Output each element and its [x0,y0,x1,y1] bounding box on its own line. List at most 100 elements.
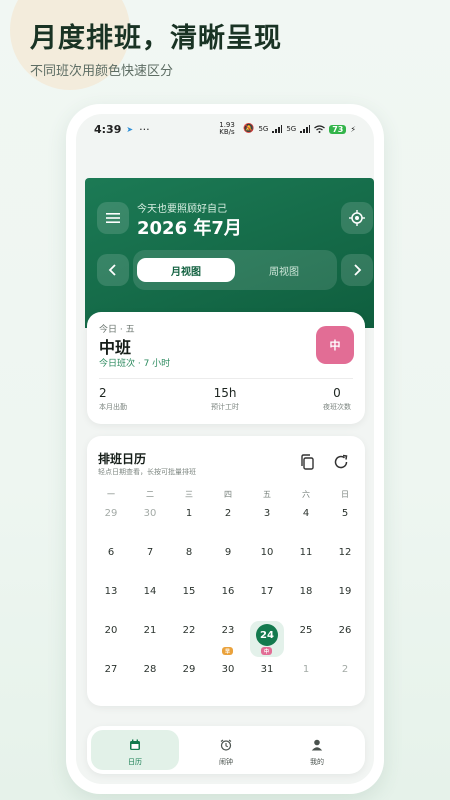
nav-item-profile[interactable]: 我的 [287,736,347,767]
calendar-day[interactable]: 1 [173,504,205,524]
calendar-day[interactable]: 26 [329,621,361,641]
alarm-icon [220,739,232,751]
battery-icon: 73 [329,124,347,134]
weekday-label: 一 [107,490,115,499]
calendar-day[interactable]: 27 [95,660,127,680]
phone-screen: 4:39 ➤ ··· 1.93 KB/s 🔕 5G 5G 73 ⚡ 今天也要照顾… [76,114,374,784]
nav-label: 日历 [128,758,142,766]
calendar-day[interactable]: 28 [134,660,166,680]
calendar-day[interactable]: 30 [212,660,244,680]
signal-icon [272,125,283,133]
nav-label: 闹钟 [219,758,233,766]
nav-item-alarm[interactable]: 闹钟 [196,736,256,767]
calendar-day[interactable]: 19 [329,582,361,602]
chevron-left-icon [108,264,116,276]
net-speed: 1.93 KB/s [219,121,235,136]
menu-button[interactable] [97,202,129,234]
calendar-day[interactable]: 17 [251,582,283,602]
calendar-day[interactable]: 2 [329,660,361,680]
calendar-day[interactable]: 1 [290,660,322,680]
shift-tag: 中 [261,647,272,655]
calendar-day[interactable]: 21 [134,621,166,641]
calendar-day[interactable]: 10 [251,543,283,563]
status-right: 1.93 KB/s 🔕 5G 5G 73 ⚡ [219,122,356,136]
calendar-day[interactable]: 20 [95,621,127,641]
stat-value: 0 [333,386,341,400]
charging-icon: ⚡ [350,124,356,134]
bottom-nav: 日历 闹钟 我的 [87,726,365,774]
month-header: 今天也要照顾好自己 2026 年7月 月视图 周视图 [85,178,374,328]
today-date[interactable]: 24 [256,624,278,646]
next-month-button[interactable] [341,254,373,286]
divider [99,378,353,379]
promo-title: 月度排班，清晰呈现 [30,23,282,54]
weekday-label: 五 [263,490,271,499]
today-shift-card[interactable]: 今日 · 五 中班 今日班次 · 7 小时 中 2 本月出勤 15h 预计工时 … [87,312,365,424]
stat-label: 本月出勤 [99,403,127,411]
calendar-day[interactable]: 3 [251,504,283,524]
calendar-day[interactable]: 14 [134,582,166,602]
calendar-day[interactable]: 4 [290,504,322,524]
calendar-title: 排班日历 [98,452,147,466]
status-dots: ··· [139,122,150,136]
month-title: 2026 年7月 [137,218,242,239]
telegram-icon: ➤ [126,124,134,134]
today-shift-name: 中班 [99,338,132,357]
today-shift-sub: 今日班次 · 7 小时 [99,359,171,369]
calendar-day[interactable]: 25 [290,621,322,641]
calendar-day[interactable]: 12 [329,543,361,563]
prev-month-button[interactable] [97,254,129,286]
calendar-day[interactable]: 30 [134,504,166,524]
menu-icon [106,213,120,223]
calendar-day[interactable]: 6 [95,543,127,563]
schedule-calendar-card: 排班日历 轻点日期查看，长按可批量排班 一二三四五六日 29 30 1 2 3 4 5 6 7 8… [87,436,365,706]
promo-subtitle: 不同班次用颜色快速区分 [30,64,174,79]
weekday-label: 六 [302,490,310,499]
calendar-day[interactable]: 9 [212,543,244,563]
stat-label: 预计工时 [211,403,239,411]
status-bar: 4:39 ➤ ··· 1.93 KB/s 🔕 5G 5G 73 ⚡ [76,114,374,144]
stat-night: 0 夜班次数 [323,386,351,412]
nav-label: 我的 [310,758,324,766]
status-time: 4:39 [94,122,122,136]
shift-badge[interactable]: 中 [316,326,354,364]
signal-label-2: 5G [286,125,297,133]
stat-attendance: 2 本月出勤 [99,386,127,412]
stat-value: 15h [213,386,237,400]
calendar-day[interactable]: 29 [95,504,127,524]
calendar-day[interactable]: 2 [212,504,244,524]
calendar-day[interactable]: 29 [173,660,205,680]
tab-week-view[interactable]: 周视图 [235,258,333,282]
calendar-day[interactable]: 16 [212,582,244,602]
phone-frame: 4:39 ➤ ··· 1.93 KB/s 🔕 5G 5G 73 ⚡ 今天也要照顾… [66,104,384,794]
signal-label-1: 5G [258,125,269,133]
tab-month-view[interactable]: 月视图 [137,258,235,282]
calendar-icon [130,739,140,750]
calendar-day[interactable]: 23 [212,621,244,641]
calendar-day[interactable]: 13 [95,582,127,602]
signal-icon [300,125,311,133]
chevron-right-icon [354,264,362,276]
refresh-icon[interactable] [333,454,349,470]
calendar-day[interactable]: 7 [134,543,166,563]
calendar-hint: 轻点日期查看，长按可批量排班 [98,468,196,476]
weekday-label: 三 [185,490,193,499]
copy-icon[interactable] [299,454,315,470]
greeting-text: 今天也要照顾好自己 [137,204,227,215]
nav-item-calendar[interactable]: 日历 [105,736,165,767]
calendar-day[interactable]: 22 [173,621,205,641]
stat-label: 夜班次数 [323,403,351,411]
calendar-day[interactable]: 18 [290,582,322,602]
calendar-day[interactable]: 8 [173,543,205,563]
calendar-day[interactable]: 15 [173,582,205,602]
wifi-icon [314,125,326,133]
locate-icon [349,210,365,226]
weekday-label: 日 [341,490,349,499]
calendar-day[interactable]: 11 [290,543,322,563]
mute-icon: 🔕 [243,124,255,134]
locate-button[interactable] [341,202,373,234]
user-icon [311,739,323,751]
calendar-day[interactable]: 5 [329,504,361,524]
calendar-day[interactable]: 31 [251,660,283,680]
weekday-label: 四 [224,490,232,499]
